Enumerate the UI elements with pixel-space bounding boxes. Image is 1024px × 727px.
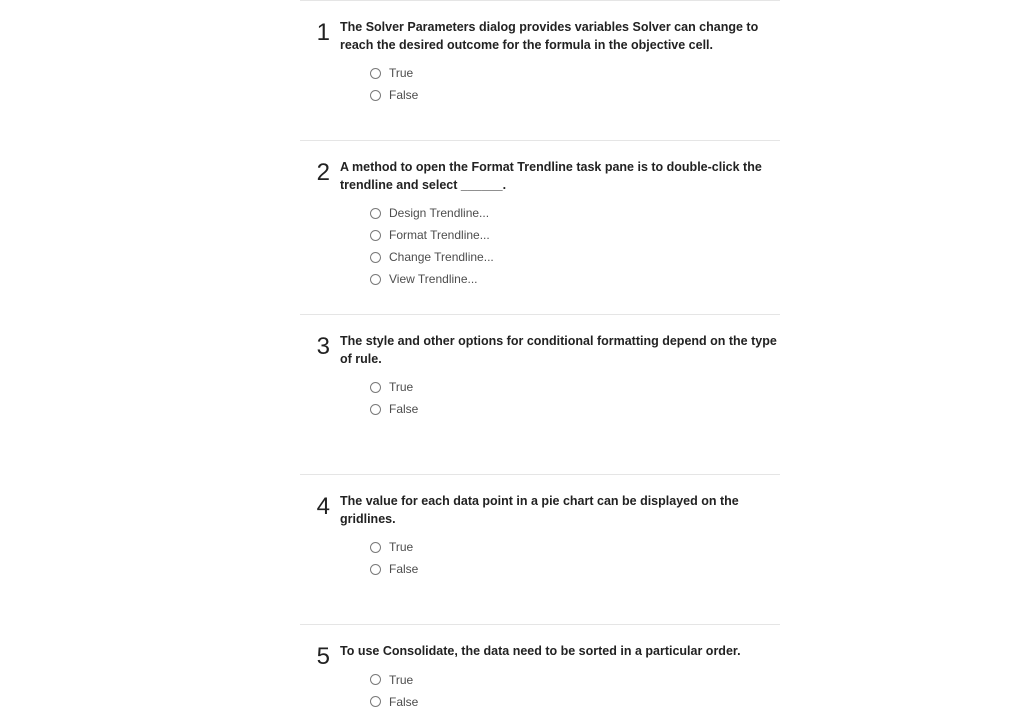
option-label: True	[389, 66, 413, 80]
option-label: False	[389, 695, 418, 709]
radio-icon	[370, 208, 381, 219]
radio-icon	[370, 90, 381, 101]
option-label: Design Trendline...	[389, 206, 489, 220]
radio-icon	[370, 68, 381, 79]
radio-icon	[370, 564, 381, 575]
question-prompt: The value for each data point in a pie c…	[340, 493, 780, 528]
option-label: False	[389, 88, 418, 102]
option-true[interactable]: True	[370, 673, 780, 687]
question-content: The style and other options for conditio…	[340, 333, 780, 424]
question-prompt: A method to open the Format Trendline ta…	[340, 159, 780, 194]
options-list: True False	[370, 66, 780, 102]
question-number: 1	[300, 19, 340, 110]
options-list: True False	[370, 380, 780, 416]
option-false[interactable]: False	[370, 695, 780, 709]
option-design-trendline[interactable]: Design Trendline...	[370, 206, 780, 220]
options-list: True False	[370, 540, 780, 576]
question-prompt: To use Consolidate, the data need to be …	[340, 643, 780, 661]
question-prompt: The Solver Parameters dialog provides va…	[340, 19, 780, 54]
radio-icon	[370, 542, 381, 553]
question-number: 3	[300, 333, 340, 424]
radio-icon	[370, 252, 381, 263]
question-block: 4 The value for each data point in a pie…	[300, 474, 780, 624]
question-number: 4	[300, 493, 340, 584]
question-number: 2	[300, 159, 340, 294]
option-false[interactable]: False	[370, 88, 780, 102]
question-block: 1 The Solver Parameters dialog provides …	[300, 0, 780, 140]
radio-icon	[370, 696, 381, 707]
question-number: 5	[300, 643, 340, 717]
question-content: A method to open the Format Trendline ta…	[340, 159, 780, 294]
option-false[interactable]: False	[370, 562, 780, 576]
question-content: The value for each data point in a pie c…	[340, 493, 780, 584]
option-label: False	[389, 562, 418, 576]
quiz-page: 1 The Solver Parameters dialog provides …	[0, 0, 1024, 727]
option-true[interactable]: True	[370, 380, 780, 394]
option-label: False	[389, 402, 418, 416]
options-list: True False	[370, 673, 780, 709]
radio-icon	[370, 230, 381, 241]
option-label: True	[389, 673, 413, 687]
option-label: True	[389, 380, 413, 394]
question-prompt: The style and other options for conditio…	[340, 333, 780, 368]
option-view-trendline[interactable]: View Trendline...	[370, 272, 780, 286]
radio-icon	[370, 404, 381, 415]
radio-icon	[370, 274, 381, 285]
option-label: True	[389, 540, 413, 554]
option-format-trendline[interactable]: Format Trendline...	[370, 228, 780, 242]
radio-icon	[370, 674, 381, 685]
question-content: The Solver Parameters dialog provides va…	[340, 19, 780, 110]
option-true[interactable]: True	[370, 540, 780, 554]
option-label: Change Trendline...	[389, 250, 494, 264]
option-label: View Trendline...	[389, 272, 478, 286]
radio-icon	[370, 382, 381, 393]
question-block: 2 A method to open the Format Trendline …	[300, 140, 780, 314]
option-label: Format Trendline...	[389, 228, 490, 242]
option-false[interactable]: False	[370, 402, 780, 416]
question-block: 3 The style and other options for condit…	[300, 314, 780, 474]
option-true[interactable]: True	[370, 66, 780, 80]
question-block: 5 To use Consolidate, the data need to b…	[300, 624, 780, 727]
options-list: Design Trendline... Format Trendline... …	[370, 206, 780, 286]
option-change-trendline[interactable]: Change Trendline...	[370, 250, 780, 264]
question-content: To use Consolidate, the data need to be …	[340, 643, 780, 717]
